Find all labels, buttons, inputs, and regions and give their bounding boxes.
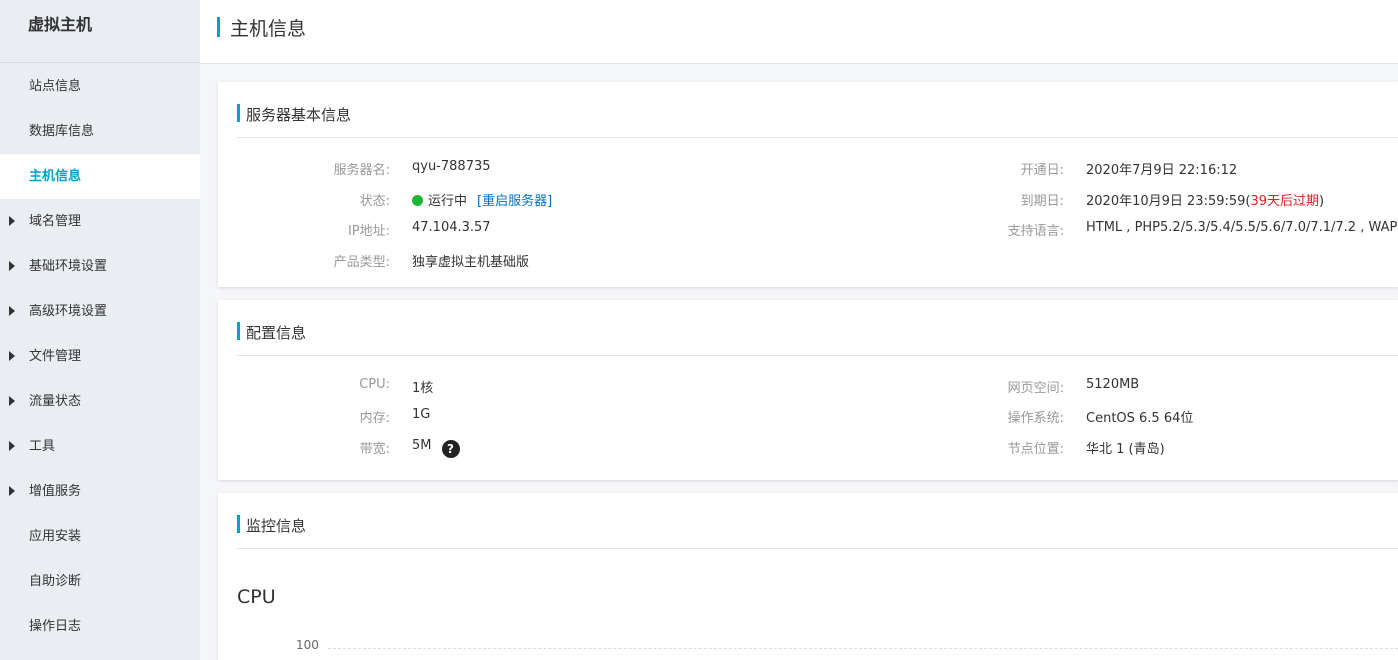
caret-right-icon [9, 261, 15, 271]
sidebar-item-label: 应用安装 [29, 529, 82, 544]
sidebar: 虚拟主机 站点信息数据库信息主机信息域名管理基础环境设置 高级环境设置 文件管理流量… [0, 0, 200, 660]
basic-info-panel: 服务器基本信息 服务器名: qyu-788735 状态: 运行中 [重启服务器] … [218, 82, 1398, 287]
panel-title: 监控信息 [246, 517, 307, 535]
sidebar-item[interactable]: 站点信息 [0, 64, 200, 109]
panel-header: 监控信息 [237, 493, 1398, 549]
sidebar-item-label: 数据库信息 [29, 124, 95, 139]
sidebar-item-label: 自助诊断 [29, 574, 82, 589]
sidebar-item-label: 基础环境设置 [29, 259, 108, 274]
y-axis-tick: 100 [296, 638, 319, 652]
server-name-value: qyu-788735 [412, 159, 491, 174]
sidebar-item-label: 域名管理 [29, 214, 82, 229]
os-label: 操作系统: [1007, 411, 1064, 426]
sidebar-item[interactable]: 自助诊断 [0, 559, 200, 604]
expire-date-value: 2020年10月9日 23:59:59(39天后过期) [1086, 190, 1324, 209]
memory-value: 1G [412, 407, 431, 422]
sidebar-item-label: 主机信息 [29, 169, 82, 184]
page-header: 主机信息 [200, 0, 1398, 64]
chart-gridline [328, 648, 1398, 649]
config-info-panel: 配置信息 CPU: 1核 内存: 1G 带宽: 5M? 网页空间: 5120MB… [218, 300, 1398, 480]
sidebar-item[interactable]: 流量状态 [0, 379, 200, 424]
panel-accent-bar [237, 322, 240, 340]
sidebar-item-label: 文件管理 [29, 349, 82, 364]
web-space-label: 网页空间: [1007, 381, 1064, 396]
page-title: 主机信息 [230, 18, 307, 40]
sidebar-item[interactable]: 文件管理 [0, 334, 200, 379]
title-accent-bar [217, 17, 220, 37]
caret-right-icon [9, 216, 15, 226]
bandwidth-label: 带宽: [359, 442, 390, 457]
caret-right-icon [9, 396, 15, 406]
sidebar-item[interactable]: 增值服务 [0, 469, 200, 514]
help-icon[interactable]: ? [441, 440, 460, 458]
panel-header: 服务器基本信息 [237, 82, 1398, 138]
status-label: 状态: [359, 194, 390, 209]
cpu-value: 1核 [412, 381, 434, 396]
cpu-label: CPU: [359, 377, 390, 392]
expire-date-label: 到期日: [1020, 194, 1064, 209]
open-date-label: 开通日: [1020, 163, 1064, 178]
expire-warning: 39天后过期 [1250, 194, 1320, 209]
restart-server-link[interactable]: [重启服务器] [477, 194, 552, 209]
expire-close-paren: ) [1319, 194, 1325, 209]
panel-accent-bar [237, 104, 240, 122]
caret-right-icon [9, 306, 15, 316]
memory-label: 内存: [359, 411, 390, 426]
sidebar-nav: 站点信息数据库信息主机信息域名管理基础环境设置 高级环境设置 文件管理流量状态工具增… [0, 64, 200, 649]
ip-value: 47.104.3.57 [412, 220, 491, 235]
sidebar-item[interactable]: 数据库信息 [0, 109, 200, 154]
sidebar-item-label: 流量状态 [29, 394, 82, 409]
caret-right-icon [9, 486, 15, 496]
sidebar-item-label: 增值服务 [29, 484, 82, 499]
caret-right-icon [9, 441, 15, 451]
main-content: 主机信息 服务器基本信息 服务器名: qyu-788735 状态: 运行中 [重启… [200, 0, 1398, 660]
caret-right-icon [9, 351, 15, 361]
sidebar-item-label: 工具 [29, 439, 56, 454]
languages-value: HTML , PHP5.2/5.3/5.4/5.5/5.6/7.0/7.1/7.… [1086, 220, 1398, 235]
panel-title: 配置信息 [246, 324, 307, 342]
sidebar-item-label: 操作日志 [29, 619, 82, 634]
product-value: 独享虚拟主机基础版 [412, 255, 530, 270]
sidebar-item-label: 站点信息 [29, 79, 82, 94]
node-label: 节点位置: [1007, 442, 1064, 457]
status-value: 运行中 [重启服务器] [412, 190, 552, 209]
sidebar-item[interactable]: 高级环境设置 [0, 289, 200, 334]
panel-accent-bar [237, 515, 240, 533]
product-label: 产品类型: [333, 255, 390, 270]
sidebar-item[interactable]: 操作日志 [0, 604, 200, 649]
running-status-icon [412, 195, 423, 206]
sidebar-title: 虚拟主机 [0, 0, 200, 63]
os-value: CentOS 6.5 64位 [1086, 411, 1194, 426]
status-text: 运行中 [428, 194, 468, 209]
sidebar-item[interactable]: 域名管理 [0, 199, 200, 244]
panel-header: 配置信息 [237, 300, 1398, 356]
bandwidth-text: 5M [412, 438, 432, 453]
expire-date-text: 2020年10月9日 23:59:59 [1086, 194, 1246, 209]
sidebar-item[interactable]: 工具 [0, 424, 200, 469]
sidebar-item-label: 高级环境设置 [29, 304, 108, 319]
ip-label: IP地址: [347, 224, 390, 239]
cpu-chart-title: CPU [237, 586, 276, 608]
panel-title: 服务器基本信息 [246, 106, 352, 124]
web-space-value: 5120MB [1086, 377, 1140, 392]
sidebar-item[interactable]: 应用安装 [0, 514, 200, 559]
monitor-info-panel: 监控信息 CPU 100 [218, 493, 1398, 660]
bandwidth-value: 5M? [412, 438, 460, 458]
server-name-label: 服务器名: [333, 163, 390, 178]
sidebar-item[interactable]: 基础环境设置 [0, 244, 200, 289]
sidebar-item[interactable]: 主机信息 [0, 154, 200, 199]
node-value: 华北 1 (青岛) [1086, 442, 1165, 457]
open-date-value: 2020年7月9日 22:16:12 [1086, 163, 1238, 178]
languages-label: 支持语言: [1007, 224, 1064, 239]
